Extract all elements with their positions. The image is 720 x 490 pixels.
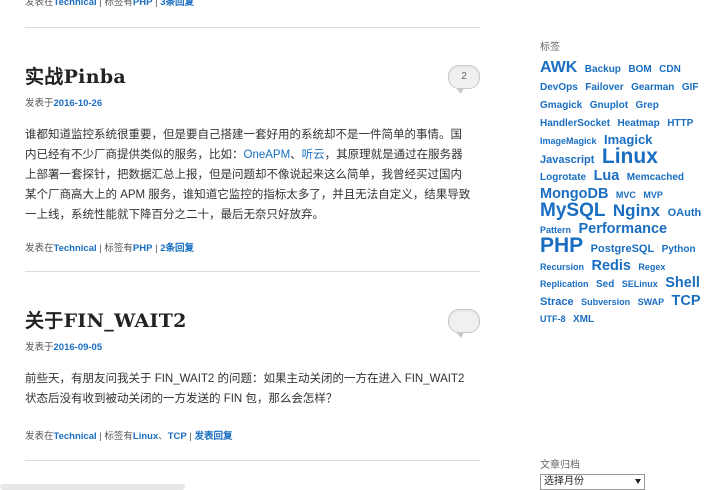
tag-link[interactable]: PHP: [133, 243, 153, 254]
tag-cloud-item[interactable]: Gnuplot: [590, 98, 628, 114]
tag-cloud-item[interactable]: HTTP: [667, 116, 693, 132]
tag-cloud-item[interactable]: MySQL: [540, 201, 605, 220]
comment-bubble-icon[interactable]: [448, 309, 480, 338]
tag-cloud-item[interactable]: ImageMagick: [540, 133, 597, 149]
meta-sep: | 标签有: [99, 243, 133, 254]
tag-cloud-item[interactable]: Failover: [585, 80, 623, 96]
meta-sep: |: [189, 431, 192, 442]
meta-prefix: 发表在: [25, 243, 54, 254]
tags-widget-title: 标签: [540, 42, 560, 53]
post-title[interactable]: 关于FIN_WAIT2: [25, 306, 187, 333]
category-link[interactable]: Technical: [54, 0, 97, 8]
tag-link[interactable]: PHP: [133, 0, 153, 8]
post-date: 发表于2016-10-26: [25, 95, 102, 109]
tag-cloud-item[interactable]: Regex: [638, 259, 665, 275]
archive-select-value: 选择月份: [544, 476, 584, 487]
post-date: 发表于2016-09-05: [25, 339, 102, 353]
tag-cloud-item[interactable]: Gmagick: [540, 98, 582, 114]
comment-count-bubble[interactable]: 2: [448, 65, 480, 94]
tag-cloud-item[interactable]: GIF: [682, 80, 699, 96]
divider: [25, 460, 480, 461]
excerpt-text: 、: [290, 149, 302, 161]
tag-cloud-item[interactable]: CDN: [659, 62, 681, 78]
archive-month-select[interactable]: 选择月份: [540, 474, 645, 490]
divider: [25, 271, 480, 272]
tag-cloud-item[interactable]: Logrotate: [540, 170, 586, 186]
horizontal-scrollbar[interactable]: [0, 484, 185, 490]
comments-link[interactable]: 2条回复: [160, 243, 194, 254]
tag-cloud-item[interactable]: SWAP: [638, 294, 665, 310]
tag-cloud-item[interactable]: TCP: [672, 293, 701, 309]
oneapm-link[interactable]: OneAPM: [244, 149, 291, 161]
archive-widget-title: 文章归档: [540, 460, 580, 471]
tag-cloud-item[interactable]: OAuth: [668, 205, 702, 221]
tag-cloud-item[interactable]: XML: [573, 312, 594, 328]
tag-cloud-item[interactable]: Strace: [540, 294, 574, 310]
tag-cloud-item[interactable]: Performance: [578, 221, 667, 237]
comments-link[interactable]: 3条回复: [160, 0, 194, 8]
excerpt-line: 谁都知道监控系统很重要，但是要自己搭建一套好用的系统却不是一件简单的事情。国: [25, 129, 462, 141]
date-link[interactable]: 2016-10-26: [54, 98, 103, 109]
post-excerpt: 前些天，有朋友问我关于 FIN_WAIT2 的问题：如果主动关闭的一方在进入 F…: [25, 369, 475, 409]
comments-link[interactable]: 发表回复: [195, 431, 233, 442]
tag-cloud-item[interactable]: Replication: [540, 276, 589, 292]
tag-cloud-item[interactable]: Linux: [602, 146, 658, 167]
post-title[interactable]: 实战Pinba: [25, 62, 126, 89]
tag-link[interactable]: TCP: [168, 431, 187, 442]
excerpt-line: 内已经有不少厂商提供类似的服务，比如：OneAPM、听云，其原理就是通过在服务器: [25, 145, 475, 165]
excerpt-line: 一上线，系统性能就下降百分之二十，最后无奈只好放弃。: [25, 209, 324, 221]
excerpt-line: 上部署一套探针，把数据汇总上报，但是问题却不像说起来这么简单，我曾经买过国内: [25, 169, 462, 181]
tingyun-link[interactable]: 听云: [302, 149, 325, 161]
excerpt-text: 内已经有不少厂商提供类似的服务，比如：: [25, 149, 244, 161]
tag-cloud-item[interactable]: Gearman: [631, 80, 674, 96]
date-link[interactable]: 2016-09-05: [54, 342, 103, 353]
excerpt-line: 某个厂商高大上的 APM 服务，谁知道它监控的指标太多了，并且无法自定义，结果导…: [25, 189, 471, 201]
tag-cloud-item[interactable]: SELinux: [622, 276, 658, 292]
tag-cloud-item[interactable]: Nginx: [613, 202, 660, 219]
post-meta: 发表在Technical | 标签有PHP | 2条回复: [25, 240, 194, 254]
tag-cloud-item[interactable]: Recursion: [540, 259, 584, 275]
tag-cloud-item[interactable]: Lua: [594, 168, 620, 184]
tag-cloud-item[interactable]: Sed: [596, 277, 614, 293]
category-link[interactable]: Technical: [54, 431, 97, 442]
post-meta-top: 发表在Technical | 标签有PHP | 3条回复: [25, 0, 194, 8]
tag-cloud-item[interactable]: DevOps: [540, 80, 578, 96]
post-excerpt: 谁都知道监控系统很重要，但是要自己搭建一套好用的系统却不是一件简单的事情。国 内…: [25, 125, 475, 225]
tag-cloud: AWK Backup BOM CDN DevOps Failover Gearm…: [540, 60, 705, 328]
meta-sep: |: [155, 0, 158, 8]
tag-cloud-item[interactable]: PHP: [540, 235, 583, 256]
tag-cloud-item[interactable]: UTF-8: [540, 311, 566, 327]
tag-cloud-item[interactable]: Heatmap: [617, 116, 659, 132]
tag-cloud-item[interactable]: HandlerSocket: [540, 116, 610, 132]
tag-link[interactable]: Linux: [133, 431, 158, 442]
excerpt-line: 状态后没有收到被动关闭的一方发送的 FIN 包，那么会怎样？: [25, 393, 338, 405]
excerpt-line: 前些天，有朋友问我关于 FIN_WAIT2 的问题：如果主动关闭的一方在进入 F…: [25, 373, 465, 385]
tag-cloud-item[interactable]: BOM: [628, 62, 651, 78]
tag-cloud-item[interactable]: Python: [662, 242, 696, 258]
tag-cloud-item[interactable]: Memcached: [627, 170, 684, 186]
meta-prefix: 发表在: [25, 0, 54, 8]
meta-sep: 、: [158, 431, 168, 442]
tag-cloud-item[interactable]: AWK: [540, 60, 577, 76]
category-link[interactable]: Technical: [54, 243, 97, 254]
tag-cloud-item[interactable]: Shell: [665, 275, 700, 291]
date-prefix: 发表于: [25, 98, 54, 109]
meta-prefix: 发表在: [25, 431, 54, 442]
meta-sep: | 标签有: [99, 0, 133, 8]
divider: [25, 27, 480, 28]
meta-sep: | 标签有: [99, 431, 133, 442]
date-prefix: 发表于: [25, 342, 54, 353]
chevron-down-icon: [635, 479, 641, 484]
tag-cloud-item[interactable]: PostgreSQL: [591, 241, 655, 257]
tag-cloud-item[interactable]: Javascript: [540, 152, 594, 168]
tag-cloud-item[interactable]: Subversion: [581, 294, 630, 310]
post-meta: 发表在Technical | 标签有Linux、TCP | 发表回复: [25, 428, 233, 442]
tag-cloud-item[interactable]: Redis: [591, 258, 631, 274]
tag-cloud-item[interactable]: Grep: [635, 98, 658, 114]
excerpt-text: ，其原理就是通过在服务器: [324, 149, 463, 161]
meta-sep: |: [155, 243, 158, 254]
tag-cloud-item[interactable]: Backup: [585, 62, 621, 78]
